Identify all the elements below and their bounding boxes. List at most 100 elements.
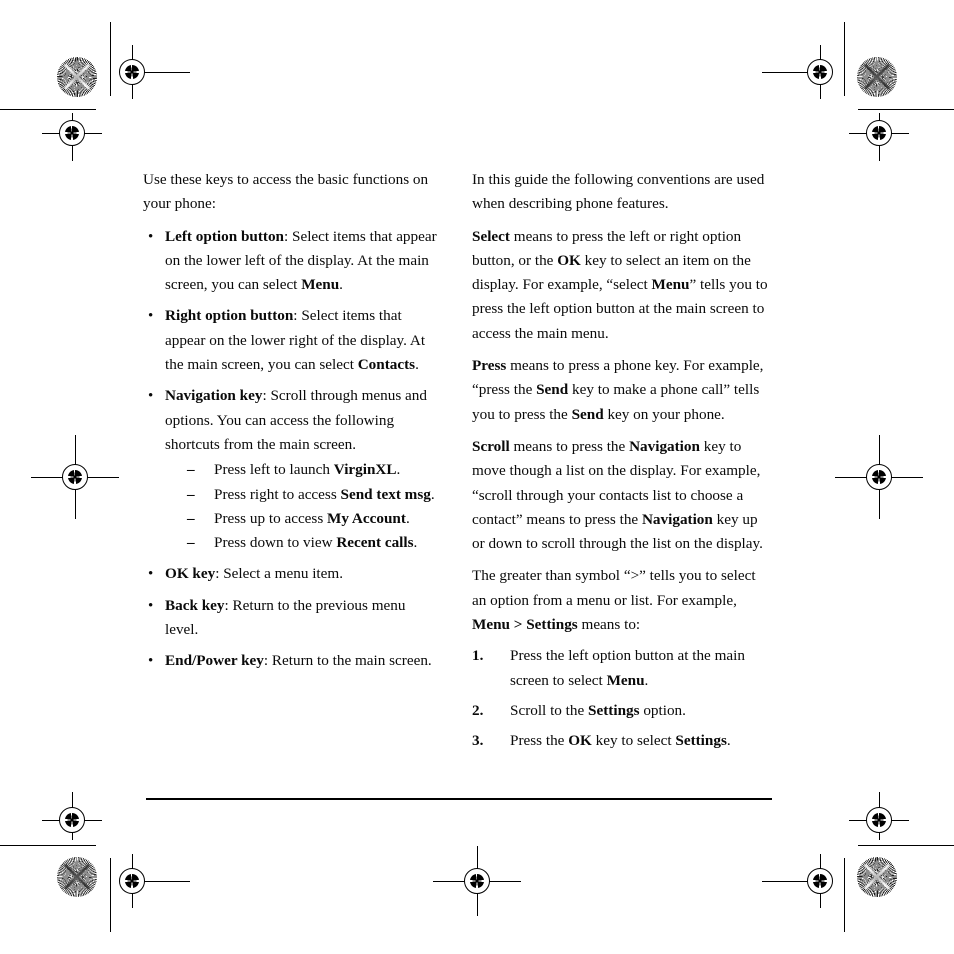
shortcut-lead-press-down: Press down to view [214,534,337,552]
list-item-end-power-key: • End/Power key: Return to the main scre… [143,649,439,673]
navigation-shortcuts-wrapper: – Press left to launch VirginXL. – Press… [187,458,439,555]
term-left-option-button: Left option button [165,227,284,245]
trim-line-top-left-vertical [110,22,111,96]
list-item-press-left: – Press left to launch VirginXL. [187,458,439,482]
desc-ok-key: : Select a menu item. [215,565,344,583]
list-item-step-3: 3. Press the OK key to select Settings. [472,729,772,753]
left-column-intro: Use these keys to access the basic funct… [143,171,429,213]
step-3-mid: key to select [591,732,676,750]
dash-icon: – [187,461,195,479]
shortcut-tail-press-up: . [405,509,410,527]
step-2-lead: Scroll to the [510,701,589,719]
emphasis-menu-path: Menu > [472,616,523,634]
emphasis-navigation-2: Navigation [641,510,713,528]
list-item-right-option-button: • Right option button: Select items that… [143,304,439,377]
emphasis-menu: Menu [301,276,340,294]
list-item-ok-key: • OK key: Select a menu item. [143,562,439,586]
step-3-lead: Press the [510,732,569,750]
emphasis-navigation: Navigation [629,437,700,455]
desc-end-power-key: : Return to the main screen. [263,652,432,670]
step-number: 3. [472,732,484,750]
footer-rule [146,798,772,800]
manual-page: Use these keys to access the basic funct… [0,0,954,954]
trim-line-bottom-left-horizontal [0,845,96,846]
emphasis-ok: OK [568,732,592,750]
term-scroll: Scroll [472,437,510,455]
list-item-left-option-button: • Left option button: Select items that … [143,225,439,298]
trim-line-bottom-right-horizontal [858,845,954,846]
emphasis-contacts: Contacts [357,356,416,374]
step-2-tail: option. [639,701,686,719]
shortcut-lead-press-left: Press left to launch [214,461,334,479]
left-text-column: Use these keys to access the basic funct… [143,168,439,681]
bullet-icon: • [148,308,154,325]
numbered-step-list: 1. Press the left option button at the m… [472,644,772,753]
emphasis-send-text-msg: Send text msg [340,485,431,503]
term-ok-key: OK key [165,565,216,583]
dash-icon: – [187,509,195,527]
emphasis-send: Send [536,381,569,399]
term-navigation-key: Navigation key [165,387,263,405]
emphasis-virginxl: VirginXL [333,461,397,479]
emphasis-settings-path: Settings [526,616,578,634]
list-item-navigation-key: • Navigation key: Scroll through menus a… [143,384,439,555]
shortcut-tail-press-right: . [430,485,435,503]
paragraph-press-convention: Press means to press a phone key. For ex… [472,354,772,427]
tail-left-option-button: . [339,276,343,294]
term-press: Press [472,357,507,375]
paragraph-greater-than-convention: The greater than symbol “>” tells you to… [472,564,772,637]
term-right-option-button: Right option button [165,307,294,325]
trim-line-top-left-horizontal [0,109,96,110]
list-item-press-right: – Press right to access Send text msg. [187,483,439,507]
right-text-column: In this guide the following conventions … [472,168,772,760]
bullet-icon: • [148,597,154,614]
list-item-press-down: – Press down to view Recent calls. [187,531,439,555]
shortcut-lead-press-right: Press right to access [214,485,341,503]
term-back-key: Back key [165,596,225,614]
registration-star-bottom-right-icon [857,857,897,897]
step-number: 2. [472,701,484,719]
press-part3: key on your phone. [603,405,725,423]
emphasis-recent-calls: Recent calls [336,534,414,552]
shortcut-lead-press-up: Press up to access [214,509,328,527]
shortcut-tail-press-down: . [413,534,418,552]
trim-line-top-right-horizontal [858,109,954,110]
list-item-step-1: 1. Press the left option button at the m… [472,644,772,693]
emphasis-ok: OK [557,251,581,269]
bullet-icon: • [148,228,154,245]
registration-star-bottom-left-icon [57,857,97,897]
trim-line-top-right-vertical [844,22,845,96]
step-3-tail: . [726,732,731,750]
step-number: 1. [472,647,484,665]
shortcut-tail-press-left: . [396,461,401,479]
term-select: Select [472,227,510,245]
bullet-icon: • [148,566,154,583]
list-item-step-2: 2. Scroll to the Settings option. [472,699,772,723]
list-item-back-key: • Back key: Return to the previous menu … [143,594,439,643]
greater-than-lead: The greater than symbol “>” tells you to… [472,567,756,609]
dash-icon: – [187,534,195,552]
emphasis-settings: Settings [588,701,640,719]
term-end-power-key: End/Power key [165,652,264,670]
emphasis-send-2: Send [571,405,604,423]
step-1-tail: . [644,671,649,689]
emphasis-menu: Menu [651,276,690,294]
bullet-icon: • [148,653,154,670]
emphasis-menu: Menu [606,671,645,689]
dash-icon: – [187,485,195,503]
bullet-icon: • [148,388,154,405]
list-item-press-up: – Press up to access My Account. [187,507,439,531]
trim-line-bottom-left-vertical [110,858,111,932]
greater-than-tail: means to: [577,616,641,634]
emphasis-settings: Settings [675,732,727,750]
trim-line-bottom-right-vertical [844,858,845,932]
paragraph-scroll-convention: Scroll means to press the Navigation key… [472,435,772,556]
conventions-intro: In this guide the following conventions … [472,171,765,213]
emphasis-my-account: My Account [327,509,406,527]
tail-right-option-button: . [415,356,419,374]
navigation-shortcut-list: – Press left to launch VirginXL. – Press… [187,458,439,555]
key-function-list: • Left option button: Select items that … [143,225,439,674]
paragraph-select-convention: Select means to press the left or right … [472,225,772,346]
scroll-part1: means to press the [509,437,630,455]
registration-star-top-right-icon [857,57,897,97]
